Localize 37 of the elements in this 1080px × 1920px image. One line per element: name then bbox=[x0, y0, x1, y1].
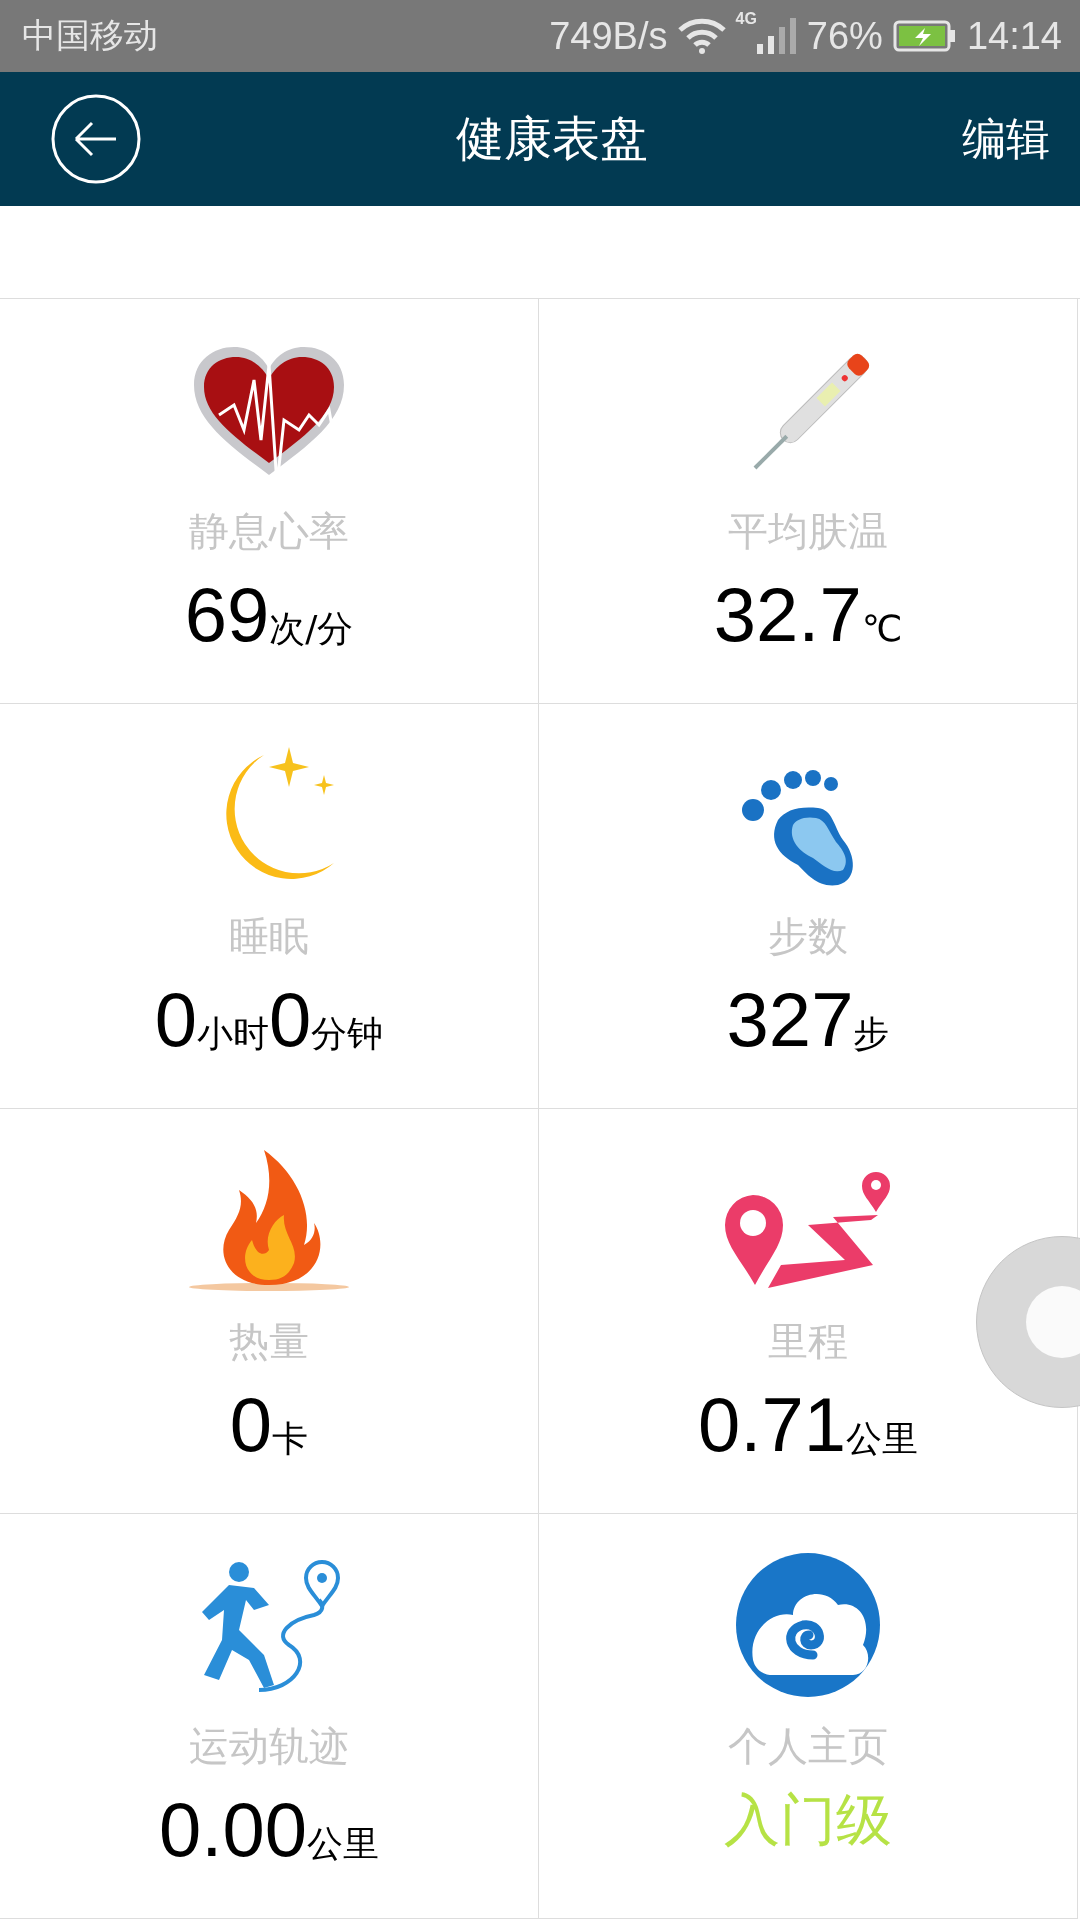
metric-label: 里程 bbox=[768, 1317, 848, 1365]
metric-value: 0 bbox=[229, 1387, 273, 1463]
metric-label: 运动轨迹 bbox=[189, 1722, 349, 1770]
carrier-name: 中国移动 bbox=[22, 14, 158, 57]
wifi-icon bbox=[677, 18, 726, 54]
network-type: 4G bbox=[735, 10, 757, 28]
unit-label: 步 bbox=[853, 1016, 890, 1052]
metric-label: 平均肤温 bbox=[728, 507, 888, 555]
unit-label: 卡 bbox=[272, 1421, 309, 1457]
battery-charging-icon bbox=[892, 20, 957, 52]
metric-label: 睡眠 bbox=[229, 912, 309, 960]
edit-button[interactable]: 编辑 bbox=[962, 109, 1050, 169]
metric-value: 69 bbox=[184, 577, 270, 653]
unit-label: ℃ bbox=[861, 611, 903, 647]
metric-value: 327 bbox=[726, 982, 854, 1058]
metric-label: 静息心率 bbox=[189, 507, 349, 555]
metric-value: 32.7 bbox=[713, 577, 862, 653]
unit-label: 次/分 bbox=[269, 611, 354, 647]
unit-label: 分钟 bbox=[311, 1016, 384, 1052]
metric-value: 0 bbox=[269, 982, 312, 1058]
metric-value: 0 bbox=[154, 982, 197, 1058]
back-button[interactable] bbox=[50, 93, 142, 185]
unit-label: 小时 bbox=[197, 1016, 269, 1052]
battery-percent: 76% bbox=[806, 14, 883, 58]
metric-label: 个人主页 bbox=[728, 1722, 888, 1770]
unit-label: 公里 bbox=[306, 1826, 379, 1862]
signal-icon bbox=[756, 18, 797, 54]
metric-label: 步数 bbox=[768, 912, 848, 960]
metric-label: 热量 bbox=[229, 1317, 309, 1365]
metric-value: 0.71 bbox=[698, 1387, 846, 1463]
unit-label: 公里 bbox=[845, 1421, 918, 1457]
level-label: 入门级 bbox=[724, 1792, 892, 1848]
network-speed: 749B/s bbox=[549, 14, 668, 58]
swirl-cloud-logo-icon bbox=[733, 1550, 883, 1700]
clock-time: 14:14 bbox=[966, 14, 1062, 58]
page-title: 健康表盘 bbox=[455, 109, 649, 168]
metric-value: 0.00 bbox=[159, 1792, 307, 1868]
